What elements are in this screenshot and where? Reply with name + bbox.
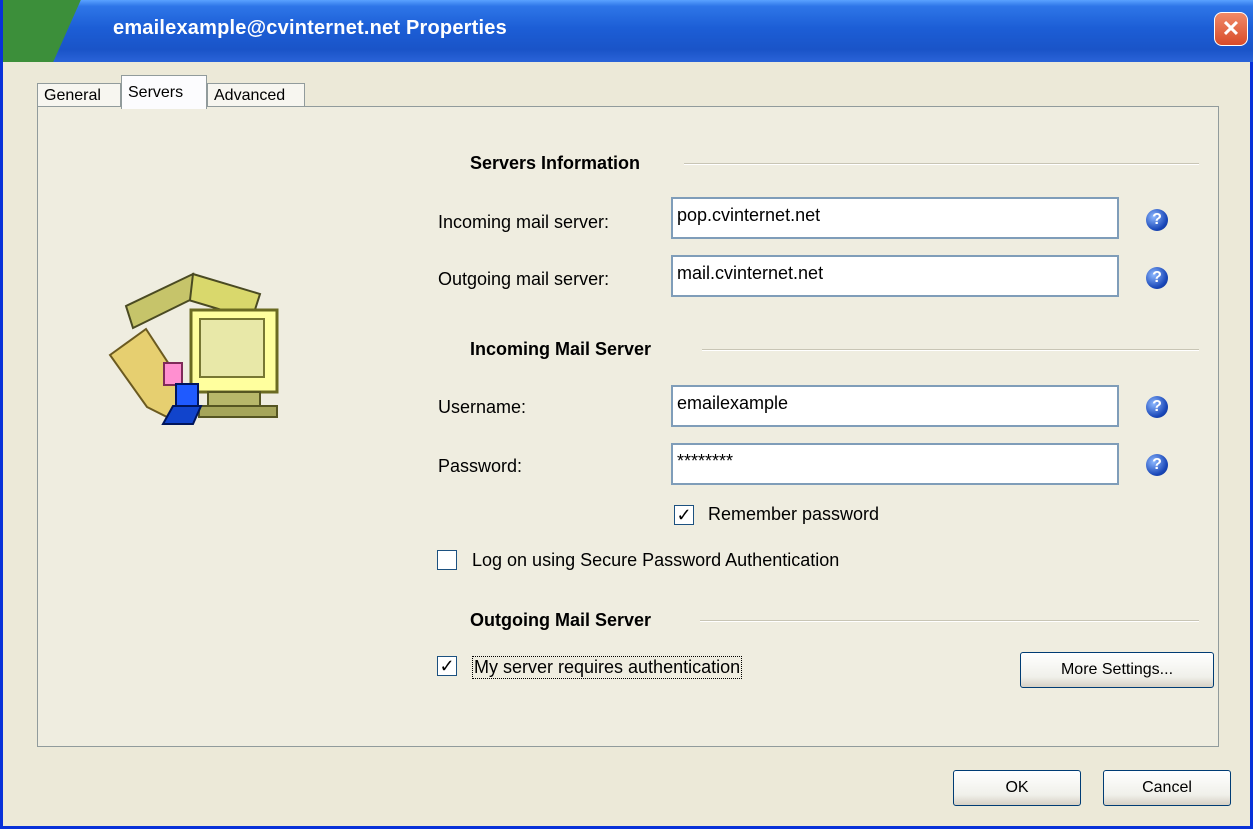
title-bar-decoration <box>3 0 95 62</box>
servers-tab-panel: Servers Information Incoming mail server… <box>37 106 1219 747</box>
username-label: Username: <box>438 397 527 417</box>
password-input[interactable]: ******** <box>671 443 1119 485</box>
help-icon[interactable]: ? <box>1146 396 1168 418</box>
help-icon[interactable]: ? <box>1146 454 1168 476</box>
outgoing-mail-heading: Outgoing Mail Server <box>470 610 652 630</box>
title-bar[interactable]: emailexample@cvinternet.net Properties ✕ <box>3 0 1253 62</box>
incoming-server-label: Incoming mail server: <box>438 212 610 232</box>
close-button[interactable]: ✕ <box>1214 12 1248 46</box>
secure-password-label[interactable]: Log on using Secure Password Authenticat… <box>472 550 839 571</box>
incoming-server-input[interactable]: pop.cvinternet.net <box>671 197 1119 239</box>
properties-window: emailexample@cvinternet.net Properties ✕… <box>0 0 1253 829</box>
username-input[interactable]: emailexample <box>671 385 1119 427</box>
incoming-mail-heading: Incoming Mail Server <box>470 339 652 359</box>
server-requires-auth-checkbox[interactable]: ✓ <box>437 656 457 676</box>
outgoing-server-input[interactable]: mail.cvinternet.net <box>671 255 1119 297</box>
close-icon: ✕ <box>1221 16 1241 41</box>
help-icon[interactable]: ? <box>1146 267 1168 289</box>
tab-advanced[interactable]: Advanced <box>207 83 305 107</box>
mailbox-computer-icon <box>108 272 279 425</box>
remember-password-label[interactable]: Remember password <box>708 504 879 525</box>
outgoing-server-label: Outgoing mail server: <box>438 269 610 289</box>
secure-password-checkbox[interactable] <box>437 550 457 570</box>
outgoing-mail-rule <box>700 620 1199 622</box>
tab-servers[interactable]: Servers <box>121 75 207 109</box>
servers-information-rule <box>684 163 1199 165</box>
password-label: Password: <box>438 456 523 476</box>
servers-information-heading: Servers Information <box>470 153 641 173</box>
remember-password-checkbox[interactable]: ✓ <box>674 505 694 525</box>
server-requires-auth-label[interactable]: My server requires authentication <box>472 656 743 679</box>
window-title: emailexample@cvinternet.net Properties <box>113 17 507 39</box>
cancel-button[interactable]: Cancel <box>1103 770 1231 806</box>
ok-button[interactable]: OK <box>953 770 1081 806</box>
more-settings-button[interactable]: More Settings... <box>1020 652 1214 688</box>
incoming-mail-rule <box>702 349 1199 351</box>
tab-general[interactable]: General <box>37 83 121 107</box>
help-icon[interactable]: ? <box>1146 209 1168 231</box>
